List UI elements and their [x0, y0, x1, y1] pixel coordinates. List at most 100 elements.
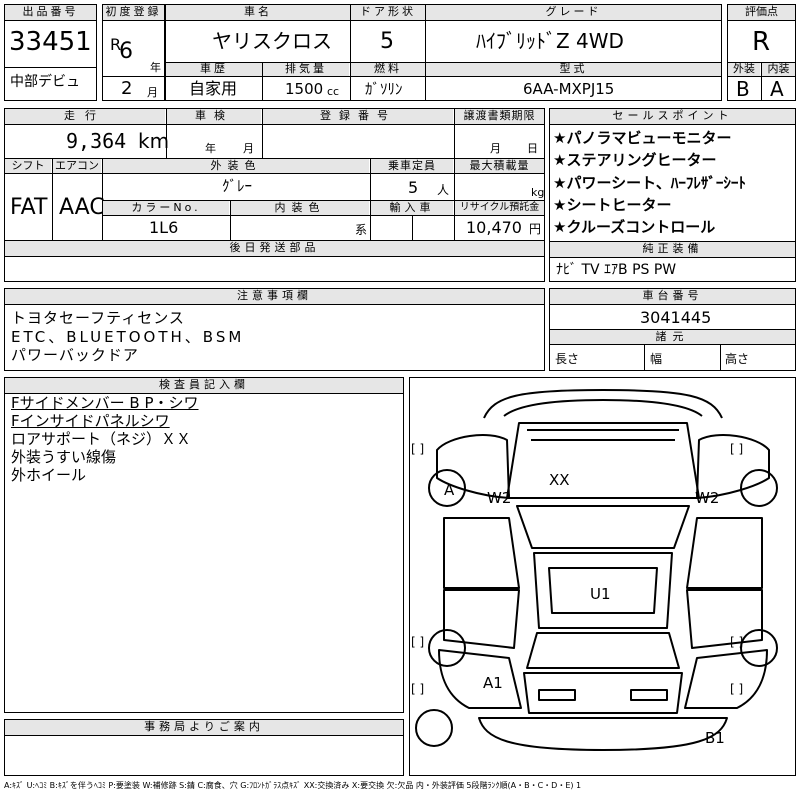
- sales-point-item: ★クルーズコントロール: [553, 218, 716, 236]
- chassis-number: 3041445: [640, 308, 712, 327]
- diagram-bracket: [ ]: [411, 682, 425, 696]
- car-name-label: 車名: [166, 5, 350, 20]
- grade: ﾊｲﾌﾞﾘｯﾄﾞZ 4WD: [476, 29, 624, 53]
- car-damage-diagram: [415, 389, 778, 751]
- right-rear-door: [686, 589, 763, 649]
- hood-grille: [527, 429, 679, 441]
- diagram-mark-w2-left: W2: [487, 489, 512, 507]
- plate-label: 登録番号: [263, 109, 453, 124]
- rear-bumper: [478, 717, 728, 751]
- right-front-door: [686, 517, 763, 589]
- exterior-score: B: [736, 77, 750, 101]
- score: R: [752, 27, 771, 57]
- diagram-bracket: [ ]: [730, 682, 744, 696]
- wheel-rear-left: [428, 629, 466, 667]
- left-front-door: [443, 517, 520, 589]
- km-unit: km: [138, 129, 170, 153]
- shift-label: シフト: [5, 159, 51, 173]
- load-unit: kg: [531, 186, 545, 199]
- model-code: 6AA-MXPJ15: [523, 80, 615, 98]
- interior-label: 内装: [762, 63, 795, 76]
- notes-line: ETC、BLUETOOTH、BSM: [11, 328, 245, 346]
- inspection-year-unit: 年: [205, 142, 216, 155]
- displacement-label: 排気量: [263, 63, 349, 76]
- wheel-rear-right: [740, 629, 778, 667]
- height-label: 高さ: [725, 352, 750, 366]
- fuel-label: 燃料: [351, 63, 425, 76]
- length-label: 長さ: [555, 352, 580, 366]
- interior-score: A: [770, 77, 784, 101]
- trunk: [523, 672, 683, 714]
- registration-label: 初度登録: [103, 5, 164, 20]
- recycle-unit: 円: [529, 222, 542, 236]
- diagram-mark-w2-right: W2: [695, 489, 720, 507]
- displacement: 1500: [285, 80, 324, 98]
- interior-color-unit: 系: [355, 223, 368, 237]
- legend: A:ｷｽﾞ U:ﾍｺﾐ B:ｷｽﾞを伴うﾍｺﾐ P:要塗装 W:補修跡 S:錆 …: [4, 781, 582, 790]
- mileage-label: 走行: [5, 109, 165, 124]
- inspector-line: 外装うすい線傷: [11, 448, 117, 466]
- cc-unit: cc: [327, 85, 340, 98]
- grade-label: グレード: [426, 5, 721, 20]
- door-type-label: ドア形状: [351, 5, 425, 20]
- import-label: 輸入車: [371, 201, 453, 215]
- dimensions-label: 諸元: [550, 330, 795, 344]
- recycle-fee: 10,470: [466, 218, 522, 237]
- model-label: 型式: [426, 63, 721, 76]
- color-number: 1L6: [149, 218, 179, 237]
- registration-year: 6: [119, 39, 133, 64]
- recycle-label: リサイクル預託金: [455, 201, 544, 215]
- equipment-list: ﾅﾋﾞ TV ｴｱB PS PW: [556, 262, 677, 278]
- diagram-bracket: [ ]: [411, 442, 425, 456]
- lot-number: 33451: [9, 27, 92, 57]
- inspector-line: ロアサポート（ネジ）ＸＸ: [11, 430, 192, 448]
- right-rear-fender: [684, 649, 768, 709]
- transfer-label: 譲渡書類期限: [455, 109, 544, 124]
- capacity-unit: 人: [437, 183, 450, 197]
- sales-points-label: セールスポイント: [550, 109, 795, 124]
- inspector-label: 検査員記入欄: [5, 378, 403, 393]
- diagram-bracket: [ ]: [730, 635, 744, 649]
- left-rear-door: [443, 589, 520, 649]
- transfer-day-unit: 日: [527, 142, 538, 155]
- capacity: 5: [408, 178, 419, 197]
- diagram-bracket: [ ]: [411, 635, 425, 649]
- color-label: 外装色: [103, 159, 369, 173]
- mileage: 9,364: [66, 129, 127, 153]
- office-label: 事務局よりご案内: [5, 720, 403, 735]
- sales-point-item: ★パワーシート、ﾊｰﾌﾚｻﾞｰｼｰﾄ: [553, 174, 746, 192]
- inspector-line: Fインサイドパネルシワ: [11, 412, 170, 430]
- rear-plate-2: [630, 689, 668, 701]
- sales-point-item: ★シートヒーター: [553, 196, 672, 214]
- diagram-mark-xx: XX: [549, 471, 570, 489]
- notes-line: トヨタセーフティセンス: [11, 309, 185, 327]
- capacity-label: 乗車定員: [371, 159, 453, 173]
- load-label: 最大積載量: [455, 159, 544, 173]
- inspection-month-unit: 月: [243, 142, 254, 155]
- diagram-mark-a: A: [444, 481, 455, 499]
- left-rear-fender: [438, 649, 522, 709]
- diagram-mark-u1: U1: [590, 585, 611, 603]
- ac-label: エアコン: [53, 159, 101, 173]
- ac: AAC: [59, 195, 105, 220]
- diagram-bracket: [ ]: [730, 442, 744, 456]
- history: 自家用: [189, 79, 238, 98]
- year-unit: 年: [150, 61, 161, 74]
- notes-label: 注意事項欄: [5, 289, 544, 304]
- door-type: 5: [380, 29, 394, 54]
- chassis-label: 車台番号: [550, 289, 795, 304]
- score-label: 評価点: [728, 5, 795, 20]
- post-parts-label: 後日発送部品: [5, 241, 544, 256]
- registration-month: 2: [121, 78, 133, 99]
- inspector-line: Fサイドメンバー B P・シワ: [11, 394, 199, 412]
- front-bumper-inner: [503, 399, 703, 417]
- debut-label: 中部デビュ: [10, 74, 80, 90]
- interior-color-label: 内装色: [231, 201, 369, 215]
- width-label: 幅: [650, 352, 663, 366]
- diagram-mark-a1: A1: [483, 674, 503, 692]
- sales-point-item: ★パノラマビューモニター: [553, 129, 732, 147]
- exterior-label: 外装: [728, 63, 760, 76]
- lot-number-label: 出品番号: [5, 5, 96, 20]
- color-no-label: カラーNo.: [103, 201, 229, 215]
- car-name: ヤリスクロス: [212, 29, 332, 53]
